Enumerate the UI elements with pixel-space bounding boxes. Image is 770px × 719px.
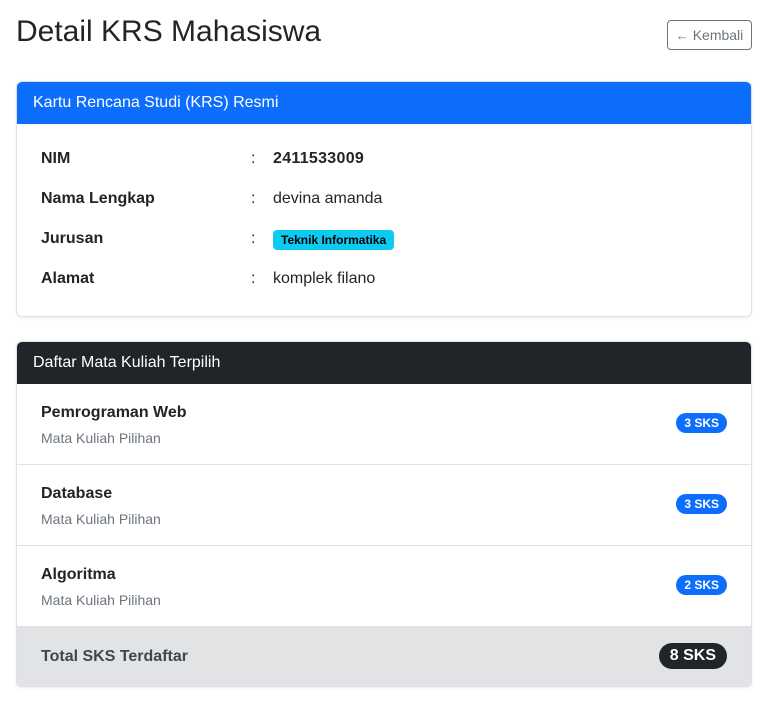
info-label: NIM — [41, 150, 71, 167]
info-colon: : — [251, 150, 256, 167]
info-label: Alamat — [41, 270, 95, 287]
department-badge: Teknik Informatika — [273, 230, 395, 250]
address-value: komplek filano — [273, 270, 376, 287]
courses-card-header: Daftar Mata Kuliah Terpilih — [17, 342, 751, 384]
arrow-left-icon: ← — [675, 27, 689, 43]
course-type: Mata Kuliah Pilihan — [41, 511, 161, 527]
course-name: Database — [41, 485, 113, 502]
total-sks-badge: 8 SKS — [658, 643, 727, 669]
total-sks-row: Total SKS Terdaftar 8 SKS — [17, 627, 751, 686]
course-name: Pemrograman Web — [41, 404, 187, 421]
sks-badge: 3 SKS — [676, 494, 727, 514]
info-colon: : — [251, 190, 256, 207]
info-row-name: Nama Lengkap : devina amanda — [41, 184, 741, 224]
courses-card: Daftar Mata Kuliah Terpilih Pemrograman … — [16, 341, 752, 687]
list-item: Database Mata Kuliah Pilihan 3 SKS — [17, 465, 751, 546]
info-row-address: Alamat : komplek filano — [41, 264, 741, 304]
info-label: Nama Lengkap — [41, 190, 155, 207]
info-label: Jurusan — [41, 230, 104, 247]
course-type: Mata Kuliah Pilihan — [41, 592, 161, 608]
krs-card-header: Kartu Rencana Studi (KRS) Resmi — [17, 82, 751, 124]
krs-card: Kartu Rencana Studi (KRS) Resmi NIM : 24… — [16, 81, 752, 317]
back-button[interactable]: ← Kembali — [667, 20, 752, 50]
course-name: Algoritma — [41, 566, 116, 583]
student-info-table: NIM : 2411533009 Nama Lengkap : devina a… — [41, 144, 741, 304]
page-title: Detail KRS Mahasiswa — [16, 15, 322, 48]
sks-badge: 3 SKS — [676, 413, 727, 433]
info-row-department: Jurusan : Teknik Informatika — [41, 224, 741, 264]
name-value: devina amanda — [273, 190, 383, 207]
sks-badge: 2 SKS — [676, 575, 727, 595]
back-button-label: Kembali — [692, 27, 744, 43]
course-type: Mata Kuliah Pilihan — [41, 430, 161, 446]
info-row-nim: NIM : 2411533009 — [41, 144, 741, 184]
list-item: Pemrograman Web Mata Kuliah Pilihan 3 SK… — [17, 384, 751, 465]
list-item: Algoritma Mata Kuliah Pilihan 2 SKS — [17, 546, 751, 627]
department-value: Teknik Informatika — [273, 230, 395, 250]
nim-value: 2411533009 — [273, 150, 365, 167]
total-sks-label: Total SKS Terdaftar — [41, 648, 188, 665]
info-colon: : — [251, 270, 256, 287]
info-colon: : — [251, 230, 256, 247]
